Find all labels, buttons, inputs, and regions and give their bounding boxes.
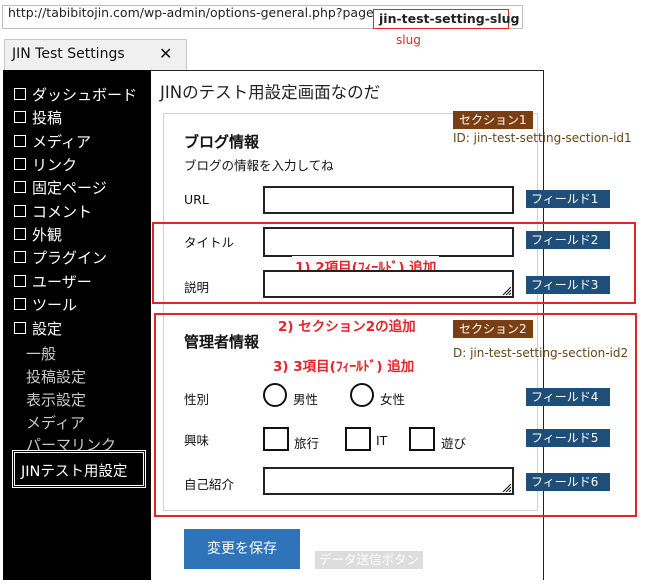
field-label-description: 説明	[184, 280, 210, 295]
url-input[interactable]	[263, 186, 514, 214]
section1-id-note: ID: jin-test-setting-section-id1	[453, 131, 632, 145]
section2-badge: セクション2	[453, 320, 533, 338]
sidebar-item-media[interactable]: メディア	[14, 131, 91, 152]
section1-description: ブログの情報を入力してね	[184, 158, 334, 173]
sidebar-subitem-reading[interactable]: 表示設定	[26, 389, 86, 410]
annotation-3: 3) 3項目(ﾌｨｰﾙﾄﾞ) 追加	[270, 355, 418, 375]
checkbox-icon	[14, 275, 26, 287]
field-label-bio: 自己紹介	[184, 477, 235, 492]
sidebar-item-label: 設定	[32, 320, 63, 338]
checkbox-icon	[14, 205, 26, 217]
checkbox-it[interactable]	[345, 427, 371, 451]
radio-female[interactable]	[350, 383, 374, 407]
save-button[interactable]: 変更を保存	[184, 529, 300, 569]
sidebar-item-label: ダッシュボード	[32, 86, 138, 104]
admin-sidebar: ダッシュボード 投稿 メディア リンク 固定ページ コメント 外観 プラグイン …	[3, 70, 151, 580]
title-input[interactable]	[263, 227, 514, 257]
option-male: 男性	[293, 392, 319, 407]
checkbox-icon	[14, 135, 26, 147]
resize-handle-icon[interactable]	[501, 484, 511, 492]
field-label-gender: 性別	[184, 392, 210, 407]
sidebar-item-label: 外観	[32, 226, 63, 244]
url-slug: jin-test-setting-slug	[379, 11, 520, 26]
sidebar-item-posts[interactable]: 投稿	[14, 107, 62, 128]
field2-badge: フィールド2	[526, 231, 610, 249]
url-text: http://tabibitojin.com/wp-admin/options-…	[8, 5, 385, 20]
sidebar-subitem-writing[interactable]: 投稿設定	[26, 366, 86, 387]
sidebar-subitem-media[interactable]: メディア	[26, 412, 85, 433]
checkbox-icon	[14, 322, 26, 334]
slug-annotation: slug	[396, 33, 421, 47]
field6-badge: フィールド6	[526, 473, 610, 491]
checkbox-icon	[14, 111, 26, 123]
sidebar-item-label: コメント	[32, 203, 93, 221]
sidebar-item-settings[interactable]: 設定	[14, 318, 62, 339]
field-label-title: タイトル	[184, 235, 235, 250]
field-label-interests: 興味	[184, 433, 210, 448]
section2-title: 管理者情報	[184, 333, 260, 351]
field1-badge: フィールド1	[526, 190, 610, 208]
annotation-2: 2) セクション2の追加	[275, 315, 419, 335]
checkbox-icon	[14, 158, 26, 170]
sidebar-item-tools[interactable]: ツール	[14, 294, 77, 315]
section1-badge: セクション1	[453, 111, 533, 129]
resize-handle-icon[interactable]	[501, 287, 511, 295]
page-title: JINのテスト用設定画面なのだ	[160, 83, 381, 102]
sidebar-item-label: リンク	[32, 156, 78, 174]
sidebar-item-appearance[interactable]: 外観	[14, 224, 62, 245]
field5-badge: フィールド5	[526, 429, 610, 447]
sidebar-subitem-permalink[interactable]: パーマリンク	[26, 434, 116, 450]
description-textarea[interactable]	[263, 270, 514, 298]
sidebar-item-label: 投稿	[32, 109, 63, 127]
sidebar-item-label: 固定ページ	[32, 179, 107, 197]
field4-badge: フィールド4	[526, 388, 610, 406]
radio-male[interactable]	[263, 383, 287, 407]
section2-id-note: D: jin-test-setting-section-id2	[453, 346, 629, 360]
option-play: 遊び	[441, 436, 467, 451]
sidebar-item-users[interactable]: ユーザー	[14, 271, 92, 292]
field-label-url: URL	[184, 192, 209, 207]
sidebar-item-comments[interactable]: コメント	[14, 201, 92, 222]
sidebar-item-label: メディア	[32, 133, 91, 151]
option-female: 女性	[380, 392, 406, 407]
checkbox-icon	[14, 181, 26, 193]
checkbox-icon	[14, 298, 26, 310]
option-it: IT	[376, 433, 388, 448]
sidebar-item-dashboard[interactable]: ダッシュボード	[14, 84, 137, 105]
save-button-annotation: データ送信ボタン	[315, 551, 424, 569]
checkbox-travel[interactable]	[263, 427, 289, 451]
bio-textarea[interactable]	[263, 467, 514, 495]
checkbox-icon	[14, 251, 26, 263]
sidebar-subitem-general[interactable]: 一般	[26, 343, 56, 364]
tab-title: JIN Test Settings	[12, 46, 125, 62]
checkbox-play[interactable]	[409, 427, 435, 451]
sidebar-item-links[interactable]: リンク	[14, 154, 77, 175]
close-icon[interactable]: ✕	[159, 44, 172, 63]
checkbox-icon	[14, 228, 26, 240]
checkbox-icon	[14, 88, 26, 100]
sidebar-active-label: JINテスト用設定	[21, 464, 128, 480]
sidebar-item-label: プラグイン	[32, 249, 108, 267]
sidebar-item-label: ユーザー	[32, 273, 92, 291]
field3-badge: フィールド3	[526, 276, 610, 294]
option-travel: 旅行	[294, 436, 320, 451]
sidebar-item-pages[interactable]: 固定ページ	[14, 177, 107, 198]
sidebar-item-label: ツール	[32, 296, 78, 314]
section1-title: ブログ情報	[184, 133, 260, 151]
sidebar-item-plugins[interactable]: プラグイン	[14, 247, 107, 268]
